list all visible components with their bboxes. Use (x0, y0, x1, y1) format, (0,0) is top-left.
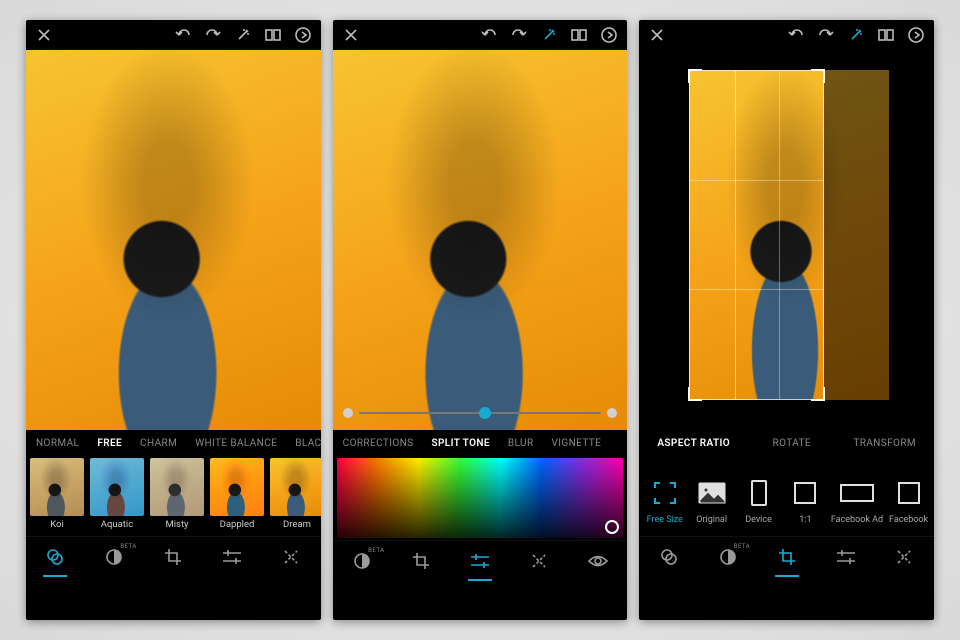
aspect-option-original[interactable]: Original (690, 475, 733, 525)
filter-category-row: NORMAL FREE CHARM WHITE BALANCE BLACK (26, 430, 321, 456)
nav-heal-icon[interactable] (271, 537, 311, 577)
filter-thumb-aquatic[interactable]: Aquatic (90, 458, 144, 530)
beta-badge: BETA (368, 547, 384, 554)
nav-heal-icon[interactable] (884, 537, 924, 577)
nav-crop-icon[interactable] (767, 537, 807, 577)
screen-adjust: CORRECTIONS SPLIT TONE BLUR VIGNETTE BETA (333, 20, 628, 620)
topbar (639, 20, 934, 50)
filter-category-free[interactable]: FREE (91, 438, 128, 449)
share-icon[interactable] (906, 25, 926, 45)
crop-tab-transform[interactable]: TRANSFORM (847, 438, 922, 449)
aspect-option-free-size[interactable]: Free Size (643, 475, 686, 525)
intensity-slider[interactable] (343, 404, 618, 422)
close-icon[interactable] (341, 25, 361, 45)
aspect-option-1-1[interactable]: 1:1 (784, 475, 827, 525)
compare-icon[interactable] (569, 25, 589, 45)
nav-looks-icon[interactable]: BETA (94, 537, 134, 577)
crop-handle-tr[interactable] (811, 69, 825, 83)
slider-track[interactable] (359, 412, 602, 414)
bottom-nav: BETA (333, 540, 628, 580)
filter-category-white-balance[interactable]: WHITE BALANCE (189, 438, 283, 449)
slider-min-dot (343, 408, 353, 418)
filter-thumb-misty[interactable]: Misty (150, 458, 204, 530)
undo-icon[interactable] (173, 25, 193, 45)
undo-icon[interactable] (786, 25, 806, 45)
edited-photo (26, 50, 321, 430)
filter-category-charm[interactable]: CHARM (134, 438, 183, 449)
nav-crop-icon[interactable] (153, 537, 193, 577)
topbar (333, 20, 628, 50)
redo-icon[interactable] (509, 25, 529, 45)
nav-adjust-icon[interactable] (826, 537, 866, 577)
undo-icon[interactable] (479, 25, 499, 45)
close-icon[interactable] (647, 25, 667, 45)
nav-heal-icon[interactable] (519, 541, 559, 581)
auto-enhance-icon[interactable] (233, 25, 253, 45)
bottom-nav: BETA (639, 536, 934, 576)
crop-tab-rotate[interactable]: ROTATE (767, 438, 817, 449)
adjust-tab-vignette[interactable]: VIGNETTE (546, 438, 608, 449)
adjust-tab-split-tone[interactable]: SPLIT TONE (425, 438, 495, 449)
adjust-tab-corrections[interactable]: CORRECTIONS (337, 438, 420, 449)
image-canvas[interactable] (26, 50, 321, 430)
share-icon[interactable] (599, 25, 619, 45)
filter-thumb-dream[interactable]: Dream (270, 458, 321, 530)
crop-tab-row: ASPECT RATIO ROTATE TRANSFORM (639, 430, 934, 456)
share-icon[interactable] (293, 25, 313, 45)
nav-crop-icon[interactable] (401, 541, 441, 581)
image-canvas[interactable] (639, 50, 934, 430)
screen-crop: ASPECT RATIO ROTATE TRANSFORM Free SizeOri… (639, 20, 934, 620)
nav-eye-icon[interactable] (578, 541, 618, 581)
filter-thumb-koi[interactable]: Koi (30, 458, 84, 530)
compare-icon[interactable] (876, 25, 896, 45)
color-picker-cursor[interactable] (605, 520, 619, 534)
aspect-option-device[interactable]: Device (737, 475, 780, 525)
nav-filters-icon[interactable] (649, 537, 689, 577)
compare-icon[interactable] (263, 25, 283, 45)
nav-filters-icon[interactable] (35, 537, 75, 577)
nav-adjust-icon[interactable] (460, 541, 500, 581)
image-canvas[interactable] (333, 50, 628, 430)
redo-icon[interactable] (203, 25, 223, 45)
slider-thumb[interactable] (479, 407, 491, 419)
slider-max-dot (607, 408, 617, 418)
auto-enhance-icon[interactable] (846, 25, 866, 45)
adjust-tab-row: CORRECTIONS SPLIT TONE BLUR VIGNETTE (333, 430, 628, 456)
edited-photo (333, 50, 628, 430)
aspect-option-facebook-ad[interactable]: Facebook Ad (831, 475, 883, 525)
crop-handle-br[interactable] (811, 387, 825, 401)
bottom-nav: BETA (26, 536, 321, 576)
close-icon[interactable] (34, 25, 54, 45)
topbar (26, 20, 321, 50)
screen-filters: NORMAL FREE CHARM WHITE BALANCE BLACK KoiAqu… (26, 20, 321, 620)
crop-tab-aspect-ratio[interactable]: ASPECT RATIO (651, 438, 736, 449)
filter-thumb-dappled[interactable]: Dappled (210, 458, 264, 530)
filter-thumbnails: KoiAquaticMistyDappledDream (26, 456, 321, 536)
aspect-ratio-options: Free SizeOriginalDevice1:1Facebook AdFac… (639, 456, 934, 536)
beta-badge: BETA (734, 543, 750, 550)
nav-adjust-icon[interactable] (212, 537, 252, 577)
adjust-tab-blur[interactable]: BLUR (502, 438, 540, 449)
filter-category-black[interactable]: BLACK (289, 438, 320, 449)
crop-overlay[interactable] (639, 50, 934, 430)
nav-looks-icon[interactable]: BETA (342, 541, 382, 581)
aspect-option-facebook[interactable]: Facebook (887, 475, 930, 525)
filter-category-normal[interactable]: NORMAL (30, 438, 85, 449)
color-picker[interactable] (337, 458, 624, 538)
crop-handle-tl[interactable] (688, 69, 702, 83)
nav-looks-icon[interactable]: BETA (708, 537, 748, 577)
redo-icon[interactable] (816, 25, 836, 45)
crop-handle-bl[interactable] (688, 387, 702, 401)
auto-enhance-icon[interactable] (539, 25, 559, 45)
beta-badge: BETA (120, 543, 136, 550)
